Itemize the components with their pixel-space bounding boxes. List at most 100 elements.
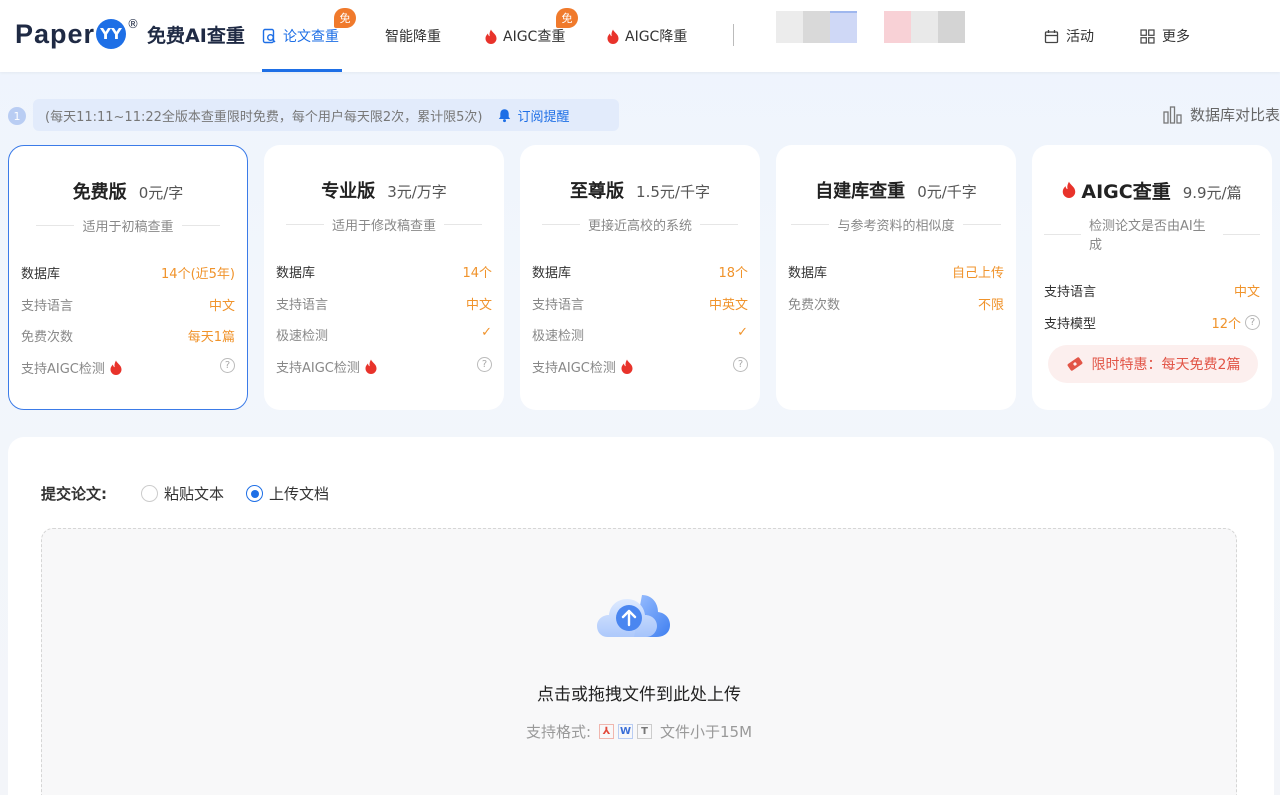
feature-row: 支持语言 中文 [276,294,492,326]
plan-features: 支持语言 中文 支持模型 12个 ? [1044,281,1260,344]
plan-subtitle: 检测论文是否由AI生成 [1044,215,1260,253]
activity-link[interactable]: 活动 [1044,0,1094,72]
plan-name: AIGC查重 [1081,181,1171,203]
submit-label: 提交论文: [41,485,107,503]
feature-key: 数据库 [21,267,61,282]
more-label: 更多 [1162,29,1190,45]
notice-text: (每天11:11~11:22全版本查重限时免费，每个用户每天限2次，累计限5次) [45,109,483,125]
flame-icon [607,29,619,44]
radio-upload-document[interactable]: 上传文档 [246,483,329,504]
feature-value: 中文 [208,298,235,314]
notice-bar: (每天11:11~11:22全版本查重限时免费，每个用户每天限2次，累计限5次)… [33,99,619,131]
feature-key: 支持AIGC检测 [532,357,633,376]
plan-name: 免费版 [72,182,127,203]
feature-value: 自己上传 [951,266,1004,281]
notice-index-badge: 1 [8,107,26,125]
promo-banner[interactable]: 限时特惠：每天免费2篇 [1048,345,1258,383]
nav-divider [733,24,734,46]
plan-title: 至尊版 1.5元/千字 [532,177,748,202]
plan-subtitle: 适用于初稿查重 [21,216,235,235]
plan-name: 自建库查重 [815,181,906,202]
feature-row: 支持AIGC检测 ? [276,356,492,389]
promo-text: 限时特惠：每天免费2篇 [1091,357,1241,373]
feature-key: 免费次数 [21,330,74,345]
feature-value-wrap: 12个 ? [1211,313,1260,332]
feature-key-text: 支持AIGC检测 [21,361,105,377]
feature-key: 数据库 [788,266,828,281]
dropzone-instruction: 点击或拖拽文件到此处上传 [537,685,741,705]
feature-value: 18个 [718,266,748,281]
help-icon[interactable]: ? [477,356,492,372]
nav-item-aigc-reduce[interactable]: AIGC降重 [607,0,687,72]
database-compare-label: 数据库对比表 [1190,106,1280,124]
plan-card-self-database[interactable]: 自建库查重 0元/千字 与参考资料的相似度 数据库 自己上传 免费次数 不限 [776,145,1016,410]
plan-price: 9.9元/篇 [1182,184,1242,202]
plan-features: 数据库 18个 支持语言 中英文 极速检测 ✓ 支持AIGC检测 ? [532,262,748,388]
free-badge: 免 [334,8,356,28]
plan-features: 数据库 自己上传 免费次数 不限 [788,262,1004,325]
feature-row: 支持语言 中文 [1044,281,1260,313]
plan-card-pro[interactable]: 专业版 3元/万字 适用于修改稿查重 数据库 14个 支持语言 中文 极速检测 ✓ 支… [264,145,504,410]
feature-key: 支持语言 [276,297,329,313]
feature-value: 14个(近5年) [161,267,235,282]
feature-row: 支持模型 12个 ? [1044,313,1260,345]
feature-value: 不限 [977,297,1004,313]
flame-icon [485,29,497,44]
bar-chart-icon [1163,105,1182,124]
plan-card-aigc[interactable]: AIGC查重 9.9元/篇 检测论文是否由AI生成 支持语言 中文 支持模型 12… [1032,145,1272,410]
feature-row: 数据库 14个 [276,262,492,294]
feature-row: 支持语言 中英文 [532,294,748,326]
feature-row: 免费次数 不限 [788,294,1004,326]
feature-row: 支持AIGC检测 ? [21,357,235,390]
plan-subtitle-text: 检测论文是否由AI生成 [1088,219,1206,253]
plan-subtitle-text: 适用于初稿查重 [82,220,174,235]
plan-features: 数据库 14个 支持语言 中文 极速检测 ✓ 支持AIGC检测 ? [276,262,492,388]
word-file-icon: W [618,724,634,739]
nav-item-paper-check[interactable]: 论文查重 免 [262,0,356,72]
help-icon[interactable]: ? [733,356,748,372]
plan-card-supreme[interactable]: 至尊版 1.5元/千字 更接近高校的系统 数据库 18个 支持语言 中英文 极速检测… [520,145,760,410]
plan-price: 3元/万字 [387,183,447,201]
plan-card-free[interactable]: 免费版 0元/字 适用于初稿查重 数据库 14个(近5年) 支持语言 中文 免费次数… [8,145,248,410]
supported-formats: 支持格式: ⅄ W T 文件小于15M [42,721,1236,742]
database-compare-link[interactable]: 数据库对比表 [1163,104,1280,125]
help-icon[interactable]: ? [1245,314,1260,330]
plan-subtitle-text: 适用于修改稿查重 [331,219,436,234]
plan-title: 专业版 3元/万字 [276,177,492,202]
feature-key-text: 支持AIGC检测 [276,360,360,376]
feature-value: 中文 [465,297,492,313]
feature-value: 12个 [1211,316,1241,332]
help-icon[interactable]: ? [220,357,235,373]
plan-title: AIGC查重 9.9元/篇 [1044,177,1260,203]
document-search-icon [262,28,277,44]
flame-icon [365,359,377,374]
plan-price: 0元/字 [138,184,184,202]
subscribe-reminder-button[interactable]: 订阅提醒 [497,106,570,125]
text-file-icon: T [637,724,653,739]
feature-value: 中英文 [708,297,748,313]
more-menu[interactable]: 更多 [1140,0,1190,72]
bell-icon [498,108,510,122]
radio-paste-text[interactable]: 粘贴文本 [141,483,224,504]
activity-label: 活动 [1066,29,1094,45]
plan-name: 专业版 [321,181,376,202]
feature-key: 支持AIGC检测 [276,357,377,376]
feature-row: 支持AIGC检测 ? [532,356,748,389]
user-avatar-pixelated[interactable] [776,11,965,43]
nav-item-smart-reduce[interactable]: 智能降重 [385,0,465,72]
nav-label: AIGC降重 [625,29,688,45]
feature-row: 极速检测 ✓ [532,325,748,357]
logo-wordmark: Paper [15,18,96,49]
flame-icon [1063,181,1076,198]
grid-icon [1140,28,1155,44]
plan-title: 自建库查重 0元/千字 [788,177,1004,202]
nav-item-aigc-check[interactable]: AIGC查重 免 [485,0,578,72]
radio-label: 粘贴文本 [164,485,225,503]
plan-price: 0元/千字 [917,183,977,201]
file-dropzone[interactable]: 点击或拖拽文件到此处上传 支持格式: ⅄ W T 文件小于15M [41,528,1237,795]
logo[interactable]: Paper YY ® 免费AI查重 [15,16,245,52]
feature-key: 极速检测 [276,329,329,344]
feature-key: 免费次数 [788,297,841,313]
plan-name: 至尊版 [570,181,625,202]
feature-row: 免费次数 每天1篇 [21,326,235,358]
